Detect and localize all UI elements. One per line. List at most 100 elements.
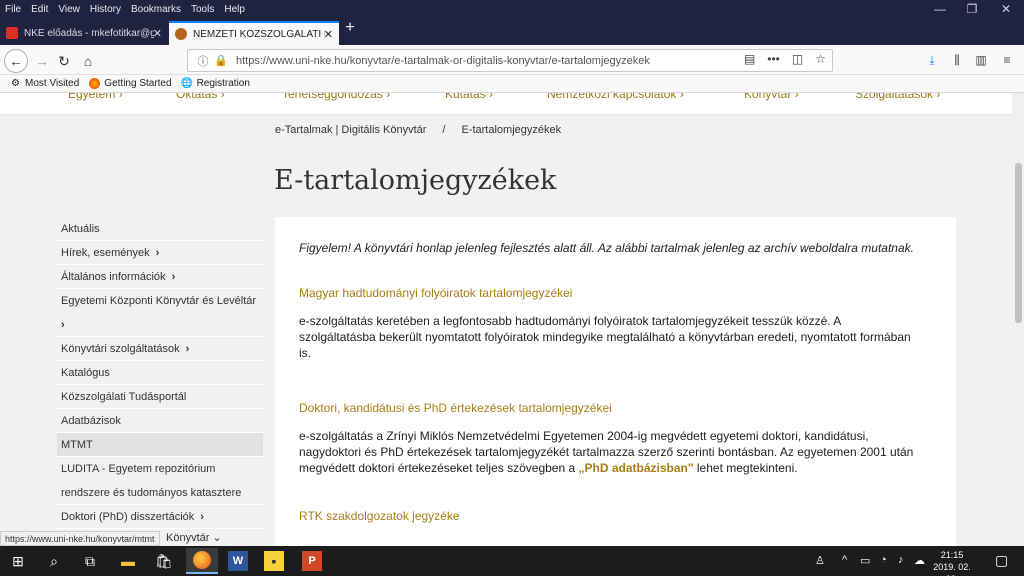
- people-icon[interactable]: ♙: [815, 554, 825, 567]
- library-icon[interactable]: ⫼: [948, 51, 966, 69]
- menu-history[interactable]: History: [85, 4, 126, 15]
- sidebar-item-altalanos[interactable]: Általános információk ›: [57, 265, 263, 289]
- topnav-kutatas[interactable]: Kutatás ›: [445, 93, 493, 101]
- mail-favicon-icon: [6, 27, 18, 39]
- sidebar-item-label: MTMT: [61, 438, 93, 451]
- task-view-icon[interactable]: ⧉: [80, 551, 100, 571]
- lock-icon[interactable]: 🔒: [214, 54, 228, 68]
- bookmark-most-visited[interactable]: ⚙ Most Visited: [10, 78, 79, 89]
- search-icon[interactable]: ⌕: [44, 551, 64, 571]
- topnav-konyvtar[interactable]: Könyvtár ›: [744, 93, 799, 101]
- bookmark-registration[interactable]: 🌐 Registration: [181, 78, 250, 89]
- tab-title: NKE előadás - mkefotitkar@gr...: [24, 27, 154, 39]
- close-tab-icon[interactable]: ✕: [324, 28, 333, 41]
- sidebar-item-katalogus[interactable]: Katalógus: [57, 361, 263, 385]
- page-viewport: Egyetem › Oktatás › Tehetséggondozás › K…: [0, 93, 1012, 546]
- sidebar-item-doktori[interactable]: Doktori (PhD) disszertációk ›: [57, 505, 263, 529]
- reader-view-icon[interactable]: ▤: [744, 52, 755, 66]
- windows-taskbar: ⊞ ⌕ ⧉ ▬ 🛍 W ▪ P ♙ ^ ▭ ◔ ♪ ☁ 21:15 2019. …: [0, 546, 1024, 576]
- reload-icon[interactable]: ↻: [54, 51, 74, 71]
- sidebar-item-kozponti-konyvtar[interactable]: Egyetemi Központi Könyvtár és Levéltár: [57, 289, 263, 313]
- powerpoint-icon[interactable]: P: [302, 551, 322, 571]
- url-text[interactable]: https://www.uni-nke.hu/konyvtar/e-tartal…: [236, 55, 650, 67]
- breadcrumb-parent-link[interactable]: e-Tartalmak | Digitális Könyvtár: [275, 124, 426, 136]
- menu-edit[interactable]: Edit: [26, 4, 53, 15]
- address-bar[interactable]: ⓘ 🔒 https://www.uni-nke.hu/konyvtar/e-ta…: [187, 49, 833, 72]
- sidebar-item-hirek[interactable]: Hírek, események ›: [57, 241, 263, 265]
- onedrive-icon[interactable]: ☁: [914, 554, 925, 567]
- sidebar-item-label: Adatbázisok: [61, 414, 121, 427]
- sidebar-item-adatbazisok[interactable]: Adatbázisok: [57, 409, 263, 433]
- file-explorer-icon[interactable]: ▬: [118, 551, 138, 571]
- close-tab-icon[interactable]: ✕: [153, 27, 162, 40]
- tab-title: NEMZETI KÖZSZOLGÁLATI EG...: [193, 28, 325, 40]
- menu-view[interactable]: View: [53, 4, 85, 15]
- home-icon[interactable]: ⌂: [78, 51, 98, 71]
- topnav-szolgaltatasok[interactable]: Szolgáltatások ›: [855, 93, 940, 101]
- word-icon[interactable]: W: [228, 551, 248, 571]
- tray-chevron-up-icon[interactable]: ^: [842, 554, 847, 566]
- sidebar-item-konyvtari-szolgaltatasok[interactable]: Könyvtári szolgáltatások ›: [57, 337, 263, 361]
- taskbar-clock[interactable]: 21:15 2019. 02. 23.: [930, 549, 974, 576]
- sidebar-item-tudasportal[interactable]: Közszolgálati Tudásportál: [57, 385, 263, 409]
- sidebar-item-kozponti-konyvtar-expand[interactable]: ›: [57, 313, 263, 337]
- section-body-hadtudomanyi: e-szolgáltatás keretében a legfontosabb …: [299, 314, 911, 360]
- sidebar-item-konyvtar-partial[interactable]: Könyvtár ⌄: [166, 531, 222, 544]
- page-scrollbar[interactable]: [1012, 93, 1024, 546]
- sidebar-item-ludita[interactable]: LUDITA - Egyetem repozitórium: [57, 457, 263, 481]
- topnav-oktatas[interactable]: Oktatás ›: [176, 93, 225, 101]
- sidebar-toggle-icon[interactable]: ▥: [972, 51, 990, 69]
- sticky-notes-icon[interactable]: ▪: [264, 551, 284, 571]
- tab-nke-eloadas[interactable]: NKE előadás - mkefotitkar@gr... ✕: [0, 21, 168, 45]
- site-favicon-icon: [175, 28, 187, 40]
- menu-file[interactable]: File: [0, 4, 26, 15]
- bookmark-label: Most Visited: [25, 78, 80, 89]
- section-title-doktori[interactable]: Doktori, kandidátusi és PhD értekezések …: [299, 401, 612, 415]
- forward-arrow-icon[interactable]: →: [32, 51, 52, 71]
- store-icon[interactable]: 🛍: [154, 551, 174, 571]
- sidebar-item-mtmt[interactable]: MTMT: [57, 433, 263, 457]
- sidebar-item-label: Hírek, események: [61, 246, 150, 259]
- bookmark-label: Registration: [196, 78, 250, 89]
- clock-time: 21:15: [940, 550, 964, 560]
- notifications-icon[interactable]: ▢: [995, 552, 1008, 569]
- minimize-icon[interactable]: —: [924, 0, 956, 18]
- link-status-bar: https://www.uni-nke.hu/konyvtar/mtmt: [0, 531, 160, 546]
- bookmark-star-icon[interactable]: ☆: [815, 52, 826, 66]
- tab-nemzeti-kozszolgalati[interactable]: NEMZETI KÖZSZOLGÁLATI EG... ✕: [169, 21, 339, 45]
- menu-bookmarks[interactable]: Bookmarks: [126, 4, 186, 15]
- menu-bar: File Edit View History Bookmarks Tools H…: [0, 0, 1024, 18]
- firefox-taskbar-icon[interactable]: [186, 548, 218, 574]
- topnav-tehetseggondozas[interactable]: Tehetséggondozás ›: [282, 93, 390, 101]
- phd-database-link[interactable]: „PhD adatbázisban": [579, 461, 694, 475]
- bookmark-getting-started[interactable]: Getting Started: [89, 78, 172, 89]
- scrollbar-thumb[interactable]: [1015, 163, 1022, 323]
- new-tab-icon[interactable]: +: [343, 20, 357, 36]
- topnav-egyetem[interactable]: Egyetem ›: [68, 93, 123, 101]
- battery-icon[interactable]: ▭: [860, 554, 870, 567]
- close-window-icon[interactable]: ✕: [990, 0, 1022, 18]
- section-title-hadtudomanyi[interactable]: Magyar hadtudományi folyóiratok tartalom…: [299, 286, 572, 300]
- topnav-nemzetkozi[interactable]: Nemzetközi kapcsolatok ›: [547, 93, 684, 101]
- notice-text: Figyelem! A könyvtári honlap jelenleg fe…: [299, 241, 914, 255]
- section-title-rtk[interactable]: RTK szakdolgozatok jegyzéke: [299, 509, 460, 523]
- bookmarks-bar: ⚙ Most Visited Getting Started 🌐 Registr…: [0, 75, 1024, 93]
- sidebar-item-aktualis[interactable]: Aktuális: [57, 217, 263, 241]
- sidebar-item-label: Aktuális: [61, 222, 100, 235]
- tab-strip: NKE előadás - mkefotitkar@gr... ✕ NEMZET…: [0, 18, 1024, 45]
- info-icon[interactable]: ⓘ: [194, 52, 212, 70]
- menu-help[interactable]: Help: [219, 4, 250, 15]
- menu-tools[interactable]: Tools: [186, 4, 219, 15]
- download-icon[interactable]: ⤓: [923, 51, 941, 69]
- wifi-icon[interactable]: ◔: [880, 554, 887, 566]
- sidebar-item-label: Egyetemi Központi Könyvtár és Levéltár: [61, 295, 257, 307]
- volume-icon[interactable]: ♪: [898, 554, 904, 566]
- back-arrow-icon[interactable]: ←: [4, 49, 28, 73]
- sidebar-item-label: Általános információk: [61, 270, 166, 283]
- page-actions-icon[interactable]: •••: [767, 52, 780, 66]
- hamburger-menu-icon[interactable]: ≡: [998, 51, 1016, 69]
- windows-start-icon[interactable]: ⊞: [8, 551, 28, 571]
- pocket-icon[interactable]: ◫: [792, 52, 803, 66]
- sidebar-item-ludita-cont[interactable]: rendszere és tudományos katasztere: [57, 481, 263, 505]
- restore-icon[interactable]: ❐: [956, 0, 988, 18]
